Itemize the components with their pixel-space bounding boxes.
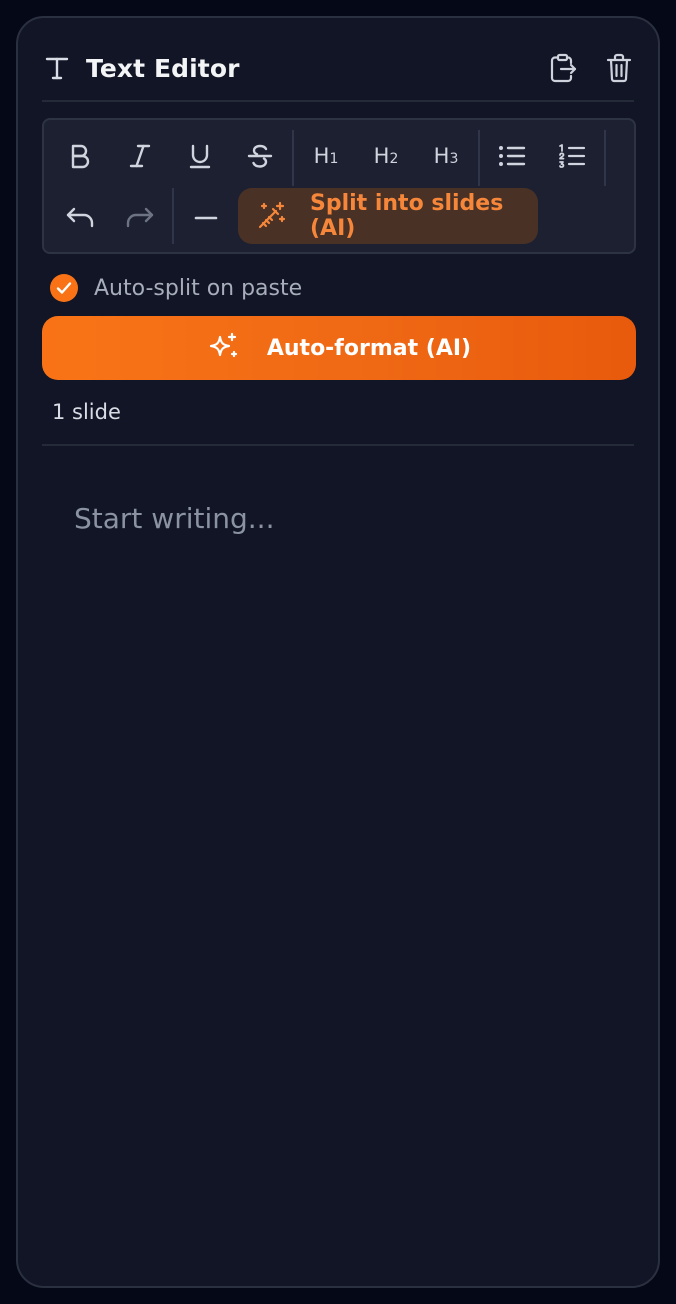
italic-icon[interactable]	[116, 132, 164, 180]
slide-count: 1 slide	[52, 400, 121, 424]
redo-icon[interactable]	[116, 194, 164, 242]
check-icon	[56, 282, 72, 294]
panel-title: Text Editor	[86, 53, 240, 83]
toolbar-separator	[604, 130, 606, 186]
toolbar-row-1: H1 H2 H3	[44, 126, 634, 186]
heading-1-button[interactable]: H1	[302, 132, 350, 180]
toolbar-separator	[292, 130, 294, 186]
editor-placeholder: Start writing...	[74, 502, 275, 535]
export-icon[interactable]	[548, 52, 578, 84]
format-toolbar: H1 H2 H3 Split into slides (AI)	[42, 118, 636, 254]
toolbar-row-2: Split into slides (AI)	[44, 188, 634, 248]
toolbar-separator	[478, 130, 480, 186]
bold-icon[interactable]	[56, 132, 104, 180]
split-into-slides-button[interactable]: Split into slides (AI)	[238, 188, 538, 244]
trash-icon[interactable]	[604, 52, 634, 84]
magic-wand-icon	[256, 201, 286, 231]
header-actions	[548, 52, 634, 84]
panel-header: Text Editor	[44, 46, 634, 90]
underline-icon[interactable]	[176, 132, 224, 180]
auto-format-button[interactable]: Auto-format (AI)	[42, 316, 636, 380]
numbered-list-icon[interactable]	[548, 132, 596, 180]
heading-2-button[interactable]: H2	[362, 132, 410, 180]
text-t-icon	[44, 55, 70, 81]
heading-3-button[interactable]: H3	[422, 132, 470, 180]
auto-split-option: Auto-split on paste	[50, 272, 302, 304]
auto-split-label: Auto-split on paste	[94, 275, 303, 301]
sparkles-icon	[207, 332, 239, 364]
split-into-slides-label: Split into slides (AI)	[310, 191, 504, 241]
auto-split-checkbox[interactable]	[50, 274, 78, 302]
undo-icon[interactable]	[56, 194, 104, 242]
header-divider	[42, 100, 634, 102]
auto-format-label: Auto-format (AI)	[266, 335, 472, 361]
editor-area[interactable]: Start writing...	[42, 458, 636, 1258]
horizontal-rule-icon[interactable]	[182, 194, 230, 242]
bullet-list-icon[interactable]	[488, 132, 536, 180]
text-editor-panel: Text Editor H 1 H 2 H 3 Split into slide…	[16, 16, 660, 1288]
toolbar-separator	[172, 188, 174, 244]
strikethrough-icon[interactable]	[236, 132, 284, 180]
content-divider	[42, 444, 634, 446]
